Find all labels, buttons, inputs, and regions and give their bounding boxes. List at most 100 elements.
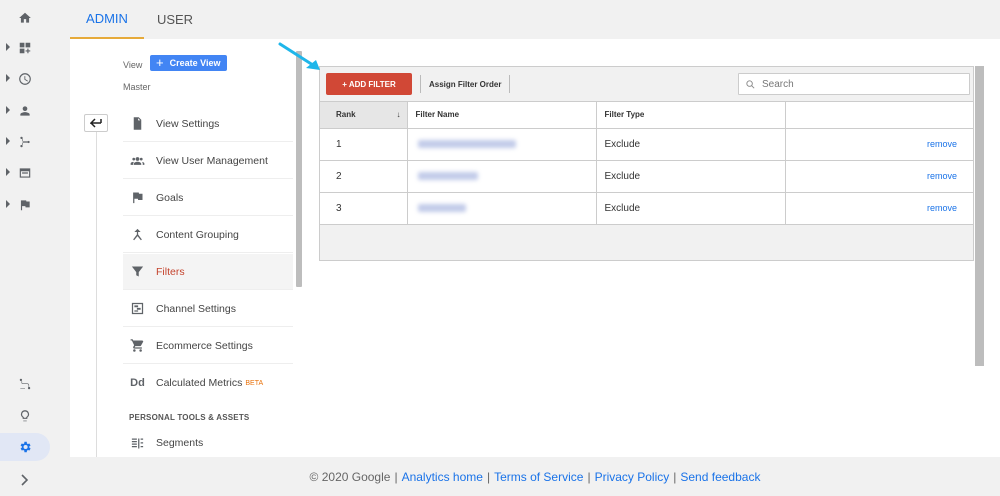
- expand-caret-icon: [6, 43, 10, 51]
- footer-link-feedback[interactable]: Send feedback: [680, 470, 760, 484]
- clock-icon: [19, 73, 31, 85]
- nav-item-label: Filters: [156, 265, 185, 278]
- rank-cell: 3: [320, 192, 408, 225]
- nav-item-label: Channel Settings: [156, 302, 236, 315]
- acquisition-icon: [20, 136, 30, 148]
- tab-admin[interactable]: ADMIN: [70, 0, 144, 39]
- search-icon: [746, 79, 755, 88]
- search-box: [738, 73, 970, 95]
- rail-admin[interactable]: [0, 433, 50, 461]
- nav-item-label: Ecommerce Settings: [156, 339, 253, 352]
- expand-caret-icon: [6, 200, 10, 208]
- nav-content-grouping[interactable]: Content Grouping: [123, 217, 293, 253]
- redacted-filter-name[interactable]: [417, 171, 478, 180]
- view-nav-column: View + Create View Master View Settings …: [70, 39, 308, 457]
- expand-caret-icon: [6, 137, 10, 145]
- main-content: View + Create View Master View Settings …: [70, 39, 1000, 457]
- create-view-button[interactable]: + Create View: [150, 55, 227, 71]
- chevron-right-icon: [21, 474, 29, 486]
- footer-separator: |: [394, 469, 398, 484]
- content-scrollbar[interactable]: [975, 66, 984, 366]
- browser-window-icon: [19, 168, 31, 178]
- nav-scrollbar[interactable]: [296, 51, 302, 287]
- flag-icon: [20, 200, 30, 211]
- expand-rail-button[interactable]: [0, 466, 50, 494]
- person-icon: [20, 106, 30, 116]
- rail-attribution[interactable]: [0, 370, 50, 398]
- back-button[interactable]: [84, 114, 108, 132]
- sort-arrow-icon: ↓: [396, 110, 401, 119]
- annotation-arrow-icon: [278, 42, 320, 70]
- filters-panel: + ADD FILTER Assign Filter Order Rank ↓ …: [319, 66, 974, 261]
- filter-name-cell[interactable]: [407, 160, 597, 193]
- tab-user[interactable]: USER: [144, 0, 206, 39]
- remove-link[interactable]: remove: [927, 171, 957, 181]
- rail-audience[interactable]: [0, 97, 50, 125]
- nav-channel-settings[interactable]: Channel Settings: [123, 291, 293, 327]
- flag-icon: [129, 189, 146, 206]
- remove-link[interactable]: remove: [927, 139, 957, 149]
- section-heading-personal-tools: PERSONAL TOOLS & ASSETS: [129, 413, 250, 422]
- rail-acquisition[interactable]: [0, 128, 50, 156]
- funnel-icon: [129, 263, 146, 280]
- rail-customization[interactable]: [0, 34, 50, 62]
- nav-view-user-management[interactable]: View User Management: [123, 143, 293, 179]
- table-row: 3 Exclude remove: [320, 192, 973, 225]
- attribution-icon: [19, 378, 31, 390]
- footer-link-analytics-home[interactable]: Analytics home: [402, 470, 483, 484]
- rail-realtime[interactable]: [0, 65, 50, 93]
- plus-icon: +: [156, 55, 164, 70]
- column-header-filter-name[interactable]: Filter Name: [407, 102, 597, 129]
- rail-behavior[interactable]: [0, 159, 50, 187]
- nav-goals[interactable]: Goals: [123, 180, 293, 216]
- filters-table: Rank ↓ Filter Name Filter Type 1 Exclude…: [320, 102, 973, 225]
- home-icon: [19, 12, 31, 23]
- column-header-actions: [785, 102, 973, 129]
- table-row: 1 Exclude remove: [320, 128, 973, 161]
- nav-calculated-metrics[interactable]: Dd Calculated Metrics BETA: [123, 365, 293, 401]
- dd-icon: Dd: [130, 377, 145, 389]
- footer-link-terms[interactable]: Terms of Service: [494, 470, 583, 484]
- people-icon: [129, 152, 146, 169]
- filter-type-cell: Exclude: [596, 192, 786, 225]
- nav-segments[interactable]: Segments: [123, 425, 293, 457]
- rail-home[interactable]: [0, 4, 50, 32]
- filter-type-cell: Exclude: [596, 128, 786, 161]
- remove-link[interactable]: remove: [927, 203, 957, 213]
- filter-type-cell: Exclude: [596, 160, 786, 193]
- rank-cell: 1: [320, 128, 408, 161]
- filters-toolbar: + ADD FILTER Assign Filter Order: [320, 67, 973, 102]
- assign-filter-order-button[interactable]: Assign Filter Order: [420, 75, 511, 93]
- rail-conversions[interactable]: [0, 191, 50, 219]
- back-arrow-icon: [90, 118, 102, 128]
- footer-link-privacy[interactable]: Privacy Policy: [595, 470, 670, 484]
- nav-item-label: Content Grouping: [156, 228, 239, 241]
- redacted-filter-name[interactable]: [417, 139, 516, 148]
- expand-caret-icon: [6, 106, 10, 114]
- action-cell: remove: [785, 128, 973, 161]
- beta-badge: BETA: [245, 379, 264, 387]
- dashboard-icon: [19, 42, 31, 54]
- channel-icon: [129, 300, 146, 317]
- lightbulb-icon: [20, 410, 30, 422]
- nav-item-label: Goals: [156, 191, 184, 204]
- gear-icon: [20, 441, 31, 453]
- create-view-label: Create View: [169, 58, 221, 68]
- table-row: 2 Exclude remove: [320, 160, 973, 193]
- add-filter-button[interactable]: + ADD FILTER: [326, 73, 412, 95]
- search-input[interactable]: [762, 78, 962, 90]
- redacted-filter-name[interactable]: [417, 203, 466, 212]
- footer-separator: |: [673, 469, 677, 484]
- view-name: Master: [123, 82, 151, 92]
- nav-divider-line: [96, 132, 97, 457]
- filter-name-cell[interactable]: [407, 192, 597, 225]
- rail-discover[interactable]: [0, 402, 50, 430]
- column-header-filter-type[interactable]: Filter Type: [596, 102, 786, 129]
- nav-view-settings[interactable]: View Settings: [123, 106, 293, 142]
- nav-item-label: Segments: [156, 437, 204, 449]
- filter-name-cell[interactable]: [407, 128, 597, 161]
- document-icon: [129, 115, 146, 132]
- column-header-rank[interactable]: Rank ↓: [320, 102, 408, 129]
- nav-filters[interactable]: Filters: [123, 254, 293, 290]
- nav-ecommerce-settings[interactable]: Ecommerce Settings: [123, 328, 293, 364]
